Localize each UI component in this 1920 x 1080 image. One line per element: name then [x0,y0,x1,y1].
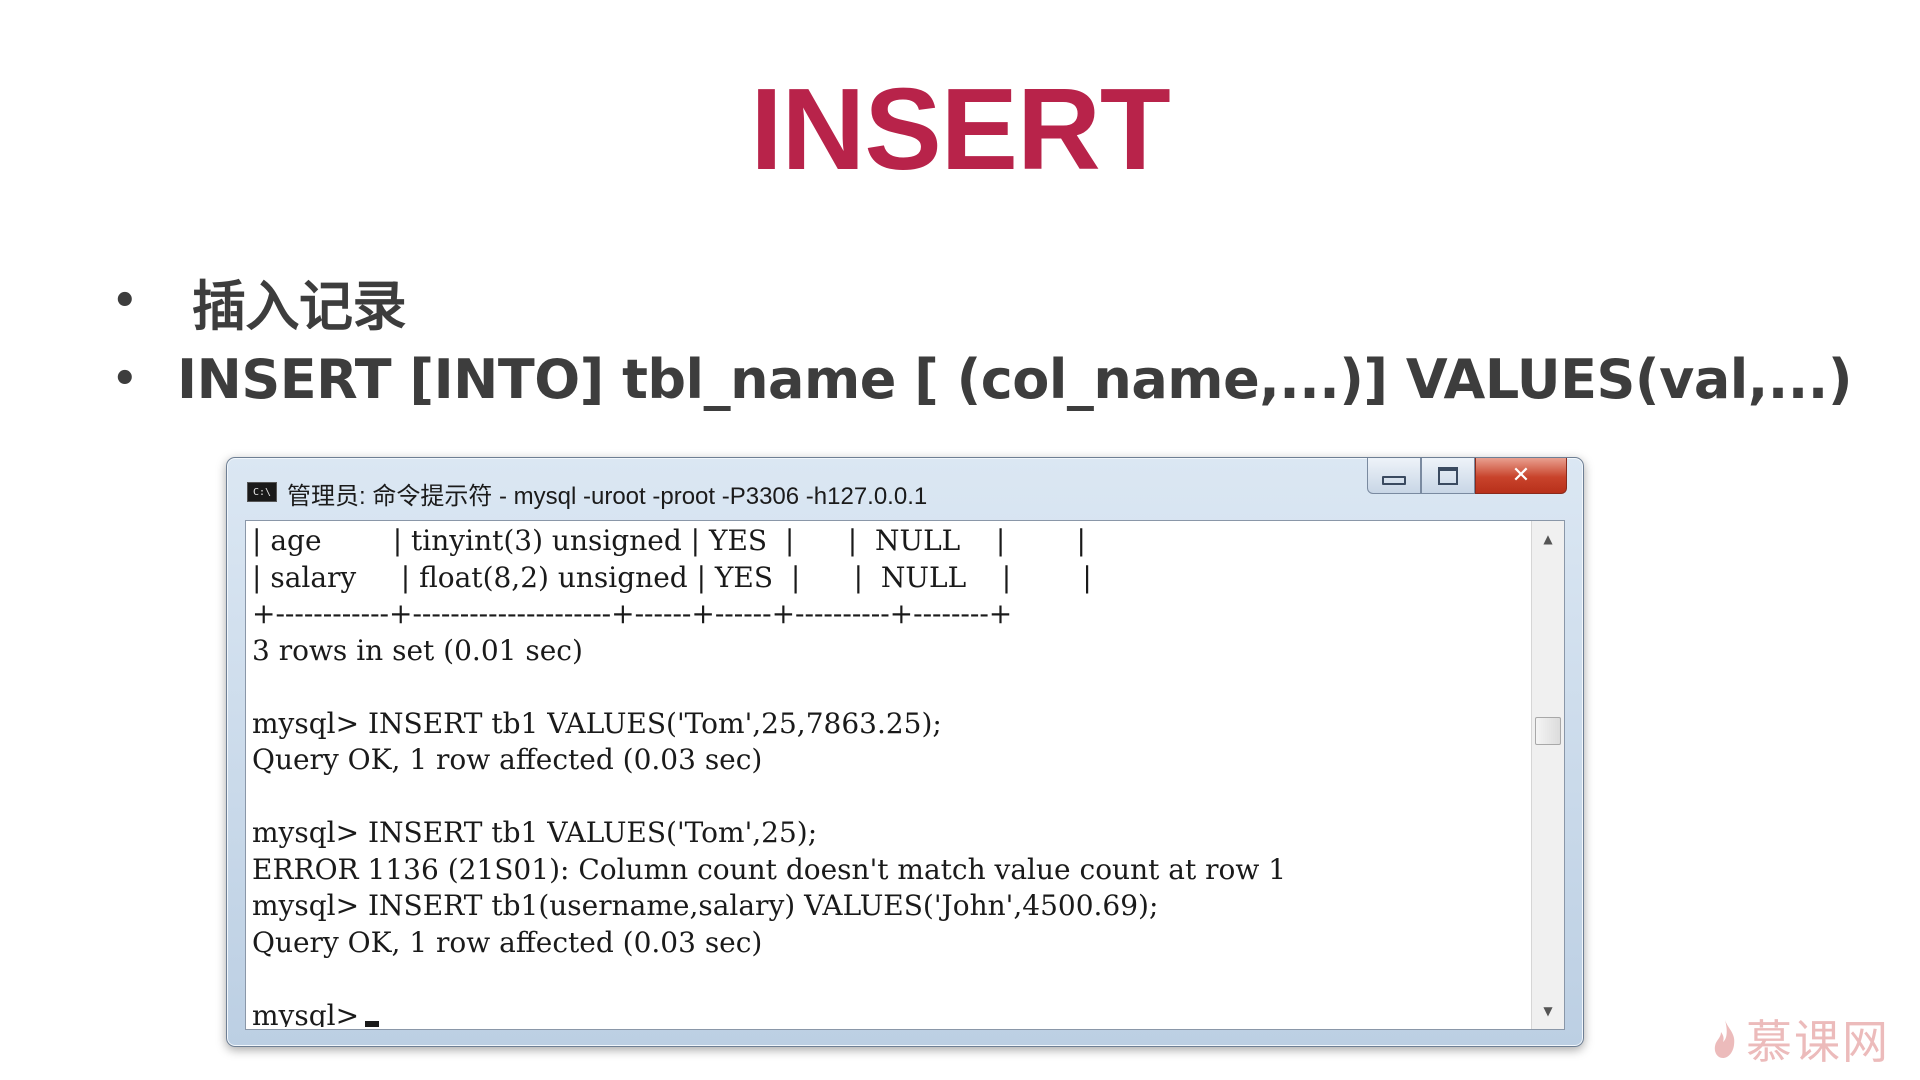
console-line: mysql> INSERT tb1(username,salary) VALUE… [252,889,1159,922]
console-line: mysql> INSERT tb1 VALUES('Tom',25); [252,816,818,849]
close-button[interactable]: ✕ [1475,458,1567,494]
scroll-down-arrow-icon[interactable]: ▼ [1532,997,1564,1025]
bullet-item: • INSERT [INTO] tbl_name [ (col_name,...… [112,340,1852,418]
maximize-button[interactable] [1421,458,1475,494]
console-line: Query OK, 1 row affected (0.03 sec) [252,743,763,776]
command-prompt-window[interactable]: C:\ 管理员: 命令提示符 - mysql -uroot -proot -P3… [226,457,1584,1047]
slide: INSERT • 插入记录 • INSERT [INTO] tbl_name [… [0,0,1920,1080]
bullet-dot-icon: • [112,278,138,324]
console-line: ERROR 1136 (21S01): Column count doesn't… [252,852,1287,886]
console-line: | age | tinyint(3) unsigned | YES | | NU… [252,524,1086,557]
close-icon: ✕ [1511,462,1531,488]
minimize-button[interactable] [1367,458,1421,494]
maximize-icon [1438,466,1458,485]
console-line: Query OK, 1 row affected (0.03 sec) [252,925,763,959]
text-cursor [365,1020,380,1027]
bullet-dot-icon: • [112,356,138,402]
window-controls: ✕ [1367,458,1567,494]
scroll-up-arrow-icon[interactable]: ▲ [1532,525,1564,553]
cmd-icon[interactable]: C:\ [247,482,277,502]
bullet-text: INSERT [INTO] tbl_name [ (col_name,...)]… [177,347,1852,411]
watermark-text: 慕课网 [1746,1015,1890,1069]
bullet-item: • 插入记录 [112,262,1852,340]
bullet-text: 插入记录 [192,274,407,338]
console-line: | salary | float(8,2) unsigned | YES | |… [252,560,1092,594]
console-prompt-line[interactable]: mysql> [252,998,1512,1028]
console-line: mysql> INSERT tb1 VALUES('Tom',25,7863.2… [252,706,942,740]
window-title: 管理员: 命令提示符 - mysql -uroot -proot -P3306 … [287,483,928,510]
minimize-icon [1382,476,1406,485]
flame-icon [1714,1020,1735,1058]
vertical-scrollbar[interactable]: ▲ ▼ [1531,521,1564,1029]
window-titlebar[interactable]: C:\ 管理员: 命令提示符 - mysql -uroot -proot -P3… [227,458,1583,518]
scrollbar-thumb[interactable] [1535,717,1561,745]
console-prompt: mysql> [252,998,360,1028]
console-line: 3 rows in set (0.01 sec) [252,633,583,667]
slide-title: INSERT [750,64,1170,194]
console-line: +------------+---------------------+----… [252,597,1013,630]
console-output[interactable]: | age | tinyint(3) unsigned | YES | | NU… [252,523,1512,1027]
bullet-list: • 插入记录 • INSERT [INTO] tbl_name [ (col_n… [112,262,1852,418]
console-area[interactable]: | age | tinyint(3) unsigned | YES | | NU… [245,520,1565,1030]
watermark-logo: 慕课网 [1712,1006,1890,1072]
